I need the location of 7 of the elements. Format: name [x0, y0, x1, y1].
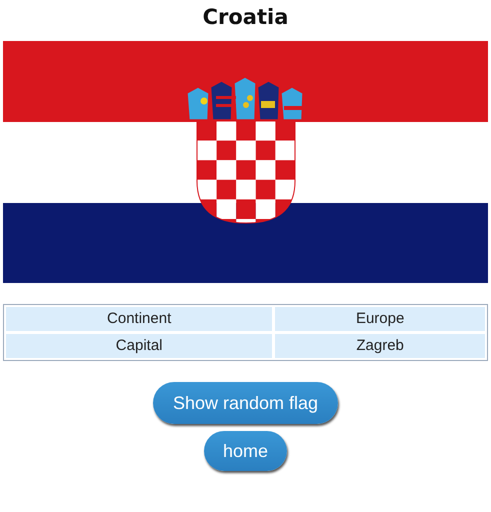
table-cell: Zagreb: [275, 334, 485, 358]
table-cell: Capital: [6, 334, 272, 358]
table-cell: Continent: [6, 307, 272, 331]
table-cell: Europe: [275, 307, 485, 331]
random-flag-button[interactable]: Show random flag: [152, 382, 338, 424]
home-button[interactable]: home: [204, 431, 288, 471]
page-title: Croatia: [202, 4, 288, 30]
